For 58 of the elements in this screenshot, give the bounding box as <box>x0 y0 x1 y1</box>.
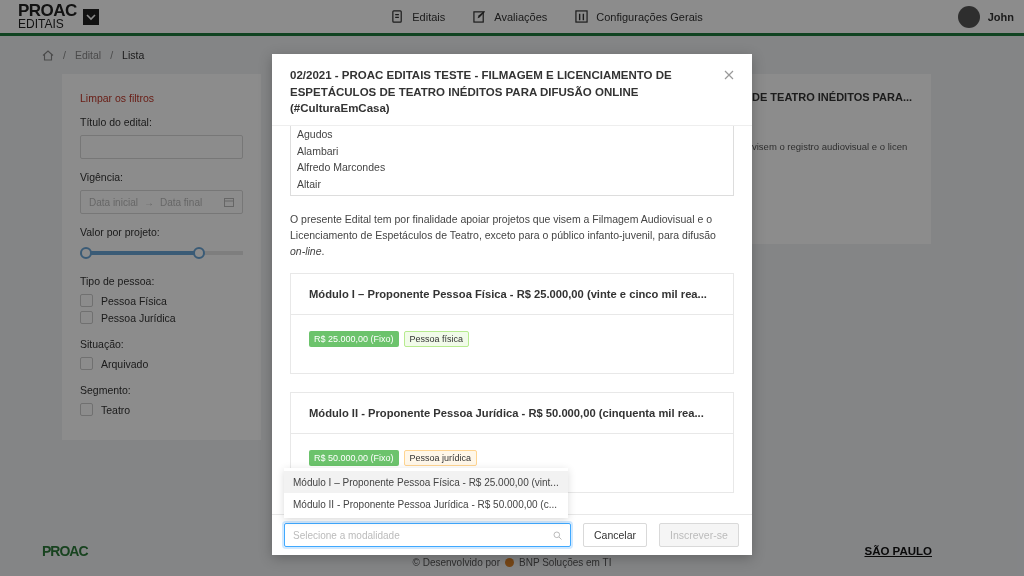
logo-subtitle: EDITAIS <box>18 18 65 29</box>
checkbox[interactable] <box>80 311 93 324</box>
document-icon <box>391 10 405 23</box>
checkbox[interactable] <box>80 403 93 416</box>
menu-toggle-button[interactable] <box>82 8 99 25</box>
pencil-square-icon <box>473 10 487 23</box>
field-label: Segmento: <box>80 384 132 396</box>
field-label: Título do edital: <box>80 116 153 128</box>
user-name[interactable]: John <box>987 10 1014 23</box>
description-text: O presente Edital tem por finalidade apoiar projetos que visem a Filmagem Audiovisual e o Licenciamento de Espetáculos de Teatro, exceto para o público infanto-juvenil, para difusão on-line. <box>290 212 717 259</box>
checkbox[interactable] <box>80 357 93 370</box>
nav-link[interactable]: Avaliações <box>473 10 548 23</box>
price-tag: R$ 50.000,00 (Fixo) <box>309 450 399 467</box>
module-title: Módulo II - Proponente Pessoa Jurídica - R$ 50.000,00 (cinquenta mil rea... <box>291 393 733 435</box>
card-title: DE TEATRO INÉDITOS PARA... <box>752 91 914 103</box>
list-item: Alfredo Marcondes <box>297 160 387 175</box>
breadcrumb-separator: / <box>63 49 66 61</box>
calendar-icon <box>224 197 234 207</box>
clear-filters-link[interactable]: Limpar os filtros <box>80 92 243 104</box>
footer-logo: PROAC <box>42 543 88 559</box>
avatar[interactable] <box>957 5 980 28</box>
dropdown-option[interactable]: Módulo I – Proponente Pessoa Física - R$ 25.000,00 (vint... <box>284 471 568 493</box>
checkbox-label: Pessoa Física <box>101 294 167 307</box>
list-item: Altair <box>297 176 322 192</box>
slider-handle[interactable] <box>193 247 206 259</box>
chevron-down-icon <box>85 12 96 21</box>
field-label: Valor por projeto: <box>80 226 161 238</box>
home-icon[interactable] <box>42 49 54 61</box>
credit-text: © Desenvolvido por <box>412 557 500 568</box>
company-link[interactable]: BNP Soluções em TI <box>519 557 612 568</box>
search-icon <box>553 530 562 540</box>
state-logo: SÃO PAULO <box>864 545 932 557</box>
dropdown-option[interactable]: Módulo II - Proponente Pessoa Jurídica - R$ 50.000,00 (c... <box>284 493 568 515</box>
field-label: Vigência: <box>80 171 124 183</box>
checkbox-label: Arquivado <box>101 357 149 370</box>
field-label: Situação: <box>80 338 125 350</box>
modal-title: 02/2021 - PROAC EDITAIS TESTE - FILMAGEM E LICENCIAMENTO DE ESPETÁCULOS DE TEATRO INÉDITOS PARA DIFUSÃO ONLINE (#CulturaEmCasa) <box>290 68 673 117</box>
field-label: Tipo de pessoa: <box>80 275 156 287</box>
logo-title: PROAC <box>18 4 77 19</box>
checkbox-label: Teatro <box>101 403 131 416</box>
checkbox-label: Pessoa Jurídica <box>101 311 176 324</box>
dialog-button[interactable]: Cancelar <box>583 523 648 547</box>
company-logo-icon <box>505 558 514 567</box>
person-type-tag: Pessoa jurídica <box>403 450 478 467</box>
nav-link[interactable]: Configurações Gerais <box>575 10 703 23</box>
grid-icon <box>575 10 589 23</box>
checkbox[interactable] <box>80 294 93 307</box>
list-item: Alambari <box>297 143 340 159</box>
nav-link[interactable]: Editais <box>391 10 446 23</box>
module-title: Módulo I – Proponente Pessoa Física - R$ 25.000,00 (vinte e cinco mil rea... <box>291 274 733 316</box>
logo[interactable]: PROAC EDITAIS <box>18 4 77 29</box>
close-icon[interactable] <box>724 70 734 80</box>
price-tag: R$ 25.000,00 (Fixo) <box>309 331 399 348</box>
slider-handle[interactable] <box>80 247 92 259</box>
list-item: Agudos <box>297 127 334 142</box>
person-type-tag: Pessoa física <box>403 331 470 348</box>
breadcrumb-separator: / <box>110 49 114 61</box>
card-text: visem o registro audiovisual e o licen <box>752 141 909 152</box>
